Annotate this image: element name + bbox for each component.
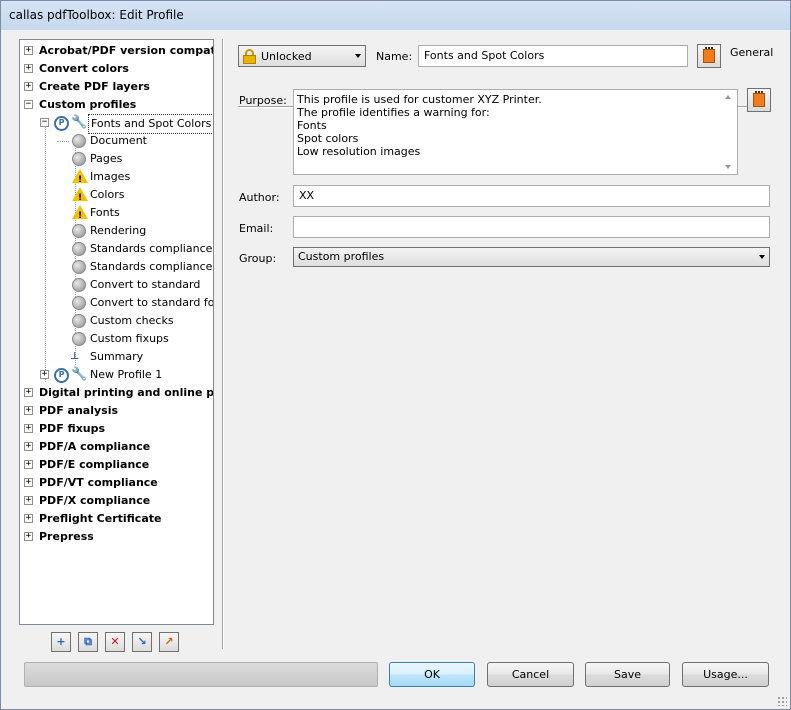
title-bar: callas pdfToolbox: Edit Profile bbox=[0, 0, 791, 30]
status-ok-icon bbox=[72, 224, 86, 238]
notepad-icon bbox=[753, 91, 765, 107]
status-ok-icon bbox=[72, 152, 86, 166]
email-field[interactable] bbox=[293, 216, 770, 238]
dialog-body: + Acrobat/PDF version compatibility + Co… bbox=[0, 30, 791, 710]
group-label: Group: bbox=[239, 252, 277, 265]
general-label: General bbox=[730, 46, 774, 59]
status-ok-icon bbox=[72, 242, 86, 256]
ok-button[interactable]: OK bbox=[389, 662, 475, 687]
unlock-icon bbox=[243, 49, 256, 64]
preflight-profile-icon: P bbox=[54, 116, 69, 131]
usage-button[interactable]: Usage... bbox=[682, 662, 769, 687]
expand-icon[interactable]: + bbox=[24, 496, 33, 505]
status-ok-icon bbox=[72, 278, 86, 292]
group-dropdown[interactable]: Custom profiles bbox=[293, 247, 770, 267]
expand-icon[interactable]: + bbox=[24, 64, 33, 73]
status-ok-icon bbox=[72, 134, 86, 148]
author-field[interactable]: XX bbox=[293, 185, 770, 207]
email-label: Email: bbox=[239, 222, 274, 235]
purpose-label: Purpose: bbox=[239, 94, 287, 107]
notepad-icon bbox=[703, 47, 715, 63]
expand-icon[interactable]: + bbox=[24, 82, 33, 91]
status-ok-icon bbox=[72, 296, 86, 310]
window-title: callas pdfToolbox: Edit Profile bbox=[9, 8, 184, 22]
delete-icon[interactable]: ✕ bbox=[105, 632, 125, 652]
progress-bar bbox=[24, 662, 378, 687]
expand-icon[interactable]: + bbox=[24, 514, 33, 523]
profile-info-button[interactable] bbox=[697, 44, 721, 68]
save-button[interactable]: Save bbox=[585, 662, 670, 687]
expand-icon[interactable]: + bbox=[24, 388, 33, 397]
status-ok-icon bbox=[72, 332, 86, 346]
purpose-scrollbar[interactable] bbox=[720, 90, 737, 174]
name-field[interactable]: Fonts and Spot Colors bbox=[418, 45, 688, 67]
status-ok-icon bbox=[72, 260, 86, 274]
preflight-profile-icon: P bbox=[54, 368, 69, 383]
status-ok-icon bbox=[72, 314, 86, 328]
scroll-down-icon[interactable] bbox=[725, 165, 731, 169]
purpose-notes-button[interactable] bbox=[747, 88, 771, 112]
summary-icon: ⊥ bbox=[70, 351, 80, 362]
collapse-icon[interactable]: − bbox=[24, 100, 33, 109]
warning-icon bbox=[72, 169, 88, 189]
scroll-up-icon[interactable] bbox=[725, 95, 731, 99]
name-label: Name: bbox=[376, 50, 413, 63]
purpose-textarea[interactable]: This profile is used for customer XYZ Pr… bbox=[293, 89, 738, 175]
expand-icon[interactable]: + bbox=[24, 406, 33, 415]
expand-icon[interactable]: + bbox=[24, 442, 33, 451]
expand-icon[interactable]: + bbox=[24, 424, 33, 433]
export-icon[interactable]: ↗ bbox=[159, 632, 179, 652]
cancel-button[interactable]: Cancel bbox=[487, 662, 574, 687]
chevron-down-icon bbox=[759, 255, 765, 259]
expand-icon[interactable]: + bbox=[24, 460, 33, 469]
tree-item-fonts-spot-colors[interactable]: − P 🔧 Fonts and Spot Colors bbox=[40, 114, 213, 134]
new-profile-icon[interactable]: + bbox=[51, 632, 71, 652]
duplicate-icon[interactable]: ⧉ bbox=[78, 632, 98, 652]
warning-icon bbox=[72, 187, 88, 207]
author-label: Author: bbox=[239, 191, 280, 204]
wrench-icon: 🔧 bbox=[71, 367, 88, 382]
import-icon[interactable]: ↘ bbox=[132, 632, 152, 652]
profile-tree[interactable]: + Acrobat/PDF version compatibility + Co… bbox=[19, 39, 214, 625]
wrench-icon: 🔧 bbox=[71, 115, 88, 130]
collapse-icon[interactable]: − bbox=[40, 118, 49, 127]
resize-grip-icon[interactable] bbox=[777, 696, 787, 706]
expand-icon[interactable]: + bbox=[24, 532, 33, 541]
expand-icon[interactable]: + bbox=[24, 478, 33, 487]
warning-icon bbox=[72, 205, 88, 225]
lock-state-dropdown[interactable]: Unlocked bbox=[238, 45, 366, 67]
expand-icon[interactable]: + bbox=[40, 370, 49, 379]
expand-icon[interactable]: + bbox=[24, 46, 33, 55]
chevron-down-icon bbox=[355, 54, 361, 58]
panel-divider[interactable] bbox=[222, 39, 224, 649]
